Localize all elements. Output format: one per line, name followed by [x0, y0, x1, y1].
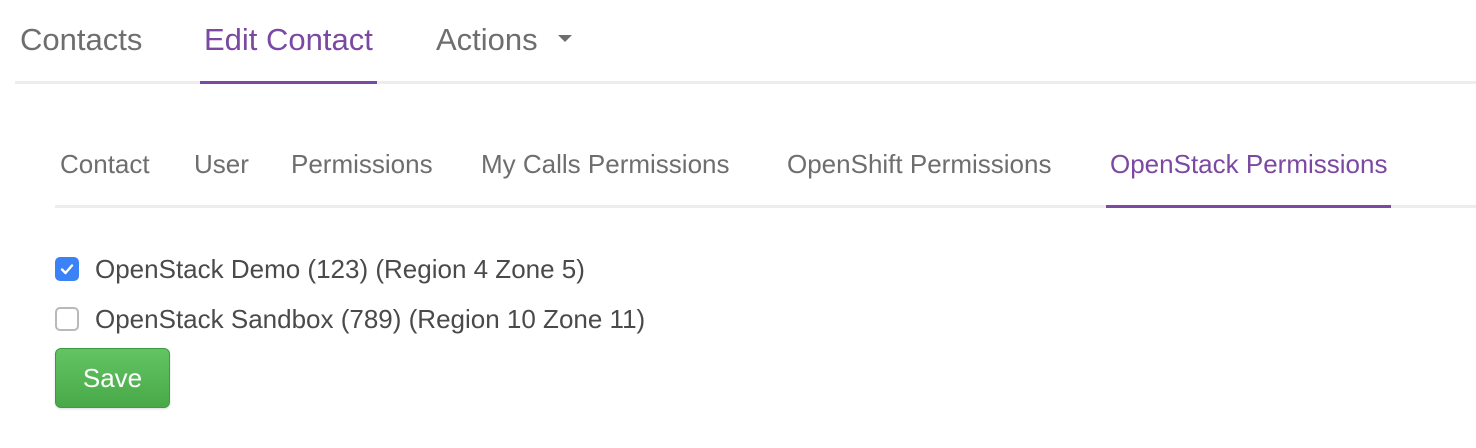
top-nav-edit-contact-label: Edit Contact [204, 22, 373, 57]
openstack-sandbox-checkbox[interactable] [55, 307, 79, 331]
option-row-openstack-demo: OpenStack Demo (123) (Region 4 Zone 5) [55, 252, 585, 286]
top-nav-edit-contact[interactable]: Edit Contact [200, 0, 377, 84]
top-nav: Contacts Edit Contact Actions [15, 0, 1476, 84]
openstack-sandbox-label[interactable]: OpenStack Sandbox (789) (Region 10 Zone … [95, 304, 645, 335]
caret-down-icon [558, 35, 573, 43]
tab-user-label: User [194, 149, 249, 179]
tab-contact[interactable]: Contact [60, 128, 150, 208]
tab-openstack-permissions[interactable]: OpenStack Permissions [1106, 128, 1392, 208]
tab-user[interactable]: User [194, 128, 249, 208]
page-root: Contacts Edit Contact Actions Contact Us… [0, 0, 1476, 448]
permission-tabs: Contact User Permissions My Calls Permis… [55, 128, 1476, 208]
tab-permissions-label: Permissions [291, 149, 433, 179]
tab-openshift-permissions-label: OpenShift Permissions [787, 149, 1052, 179]
tab-my-calls-permissions-label: My Calls Permissions [481, 149, 730, 179]
tab-openshift-permissions[interactable]: OpenShift Permissions [787, 128, 1051, 208]
tab-openstack-permissions-label: OpenStack Permissions [1110, 149, 1388, 179]
top-nav-contacts[interactable]: Contacts [20, 0, 142, 84]
top-nav-contacts-label: Contacts [20, 22, 143, 57]
openstack-demo-checkbox[interactable] [55, 257, 79, 281]
openstack-demo-label[interactable]: OpenStack Demo (123) (Region 4 Zone 5) [95, 254, 585, 285]
checkmark-icon [60, 264, 74, 275]
save-button[interactable]: Save [55, 348, 170, 408]
option-row-openstack-sandbox: OpenStack Sandbox (789) (Region 10 Zone … [55, 302, 645, 336]
tab-my-calls-permissions[interactable]: My Calls Permissions [481, 128, 730, 208]
actions-dropdown[interactable]: Actions [436, 0, 573, 84]
tab-contact-label: Contact [60, 149, 150, 179]
tab-permissions[interactable]: Permissions [291, 128, 433, 208]
actions-dropdown-label: Actions [436, 22, 538, 57]
